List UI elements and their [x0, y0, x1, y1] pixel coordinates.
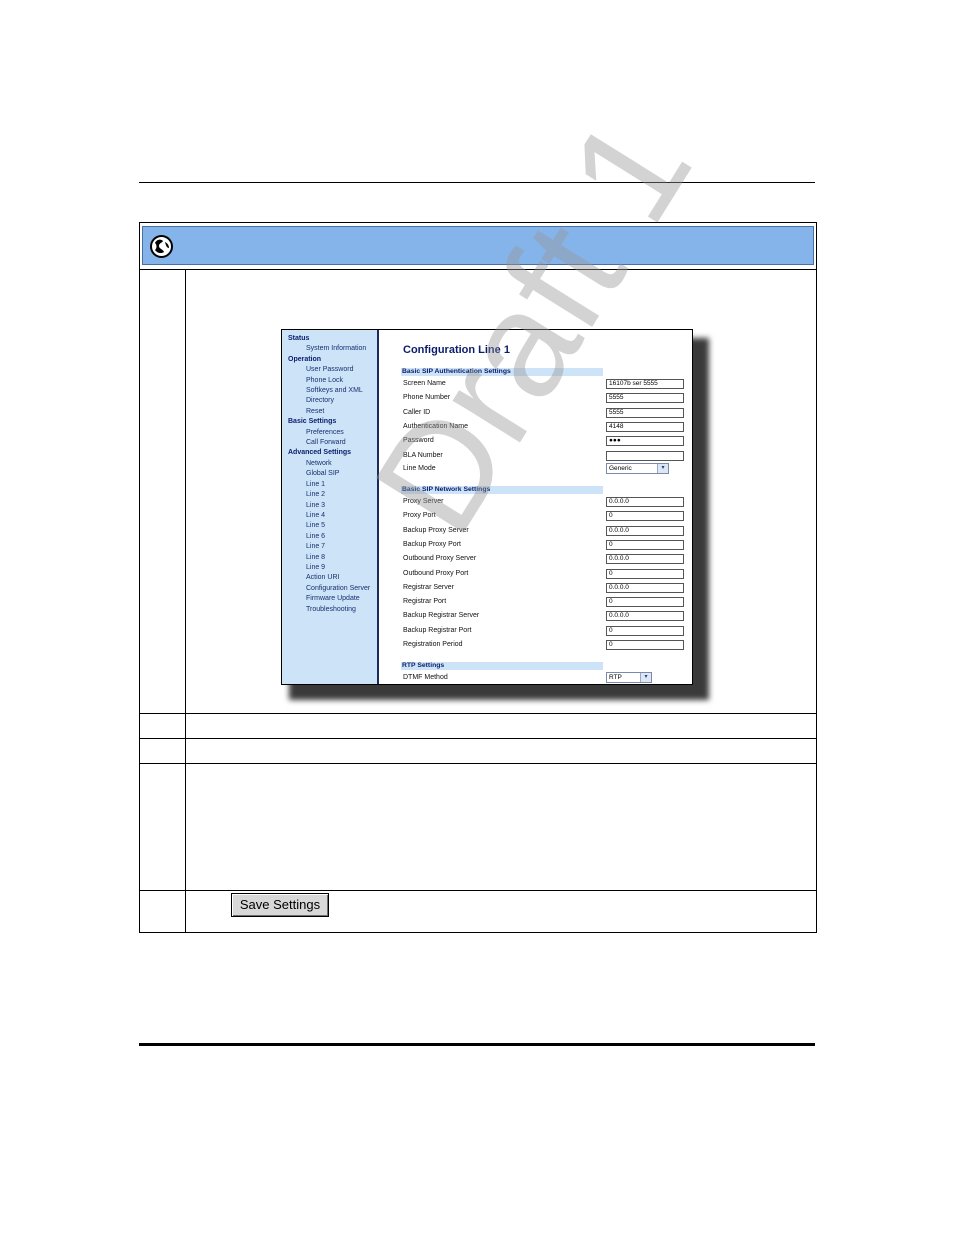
- nav-header: Advanced Settings: [288, 449, 352, 457]
- nav-item[interactable]: Firmware Update: [282, 594, 377, 604]
- nav-item[interactable]: Network: [282, 459, 377, 469]
- nav-item[interactable]: Directory: [282, 396, 377, 406]
- field-label: Backup Proxy Port: [403, 540, 461, 548]
- text-input[interactable]: 0: [606, 511, 684, 522]
- nav-item[interactable]: Line 2: [282, 490, 377, 500]
- text-input[interactable]: 0.0.0.0: [606, 582, 684, 593]
- top-rule: [139, 182, 815, 183]
- nav-item[interactable]: System Information: [282, 344, 377, 354]
- nav-header: Basic Settings: [288, 418, 337, 426]
- field-label: Caller ID: [403, 408, 431, 416]
- config-line-screenshot: Status System Information Operation User Pa…: [281, 329, 693, 685]
- text-input[interactable]: 0: [606, 625, 684, 636]
- nav-item[interactable]: Global SIP: [282, 469, 377, 479]
- text-input[interactable]: [606, 450, 684, 461]
- field-label: Outbound Proxy Port: [403, 569, 469, 577]
- step-column-divider: [185, 269, 186, 932]
- row-divider: [140, 269, 816, 270]
- nav-item[interactable]: Line 6: [282, 532, 377, 542]
- nav-item[interactable]: Line 5: [282, 521, 377, 531]
- section-header-rtp: RTP Settings: [401, 662, 603, 670]
- text-input[interactable]: 5555: [606, 407, 684, 418]
- nav-item[interactable]: Line 1: [282, 480, 377, 490]
- text-input[interactable]: 0: [606, 568, 684, 579]
- nav-item[interactable]: Action URI: [282, 573, 377, 583]
- row-divider: [140, 763, 816, 764]
- nav-item[interactable]: Troubleshooting: [282, 605, 377, 615]
- field-label: BLA Number: [403, 451, 443, 459]
- field-label: Backup Registrar Port: [403, 626, 472, 634]
- bottom-rule: [139, 1043, 815, 1046]
- field-label: Proxy Server: [403, 498, 444, 505]
- nav-item[interactable]: Call Forward: [282, 438, 377, 448]
- save-settings-button[interactable]: Save Settings: [231, 893, 329, 917]
- text-input[interactable]: 0.0.0.0: [606, 611, 684, 622]
- nav-item[interactable]: Preferences: [282, 428, 377, 438]
- nav-item[interactable]: Line 3: [282, 501, 377, 511]
- dtmf-method-select[interactable]: RTP ▾: [606, 672, 652, 683]
- select-value: RTP: [609, 674, 622, 681]
- nav-item[interactable]: Line 9: [282, 563, 377, 573]
- text-input[interactable]: 0.0.0.0: [606, 497, 684, 507]
- field-label: Phone Number: [403, 394, 451, 402]
- field-label: Password: [403, 437, 434, 445]
- globe-icon: [150, 235, 173, 258]
- field-label: Outbound Proxy Server: [403, 555, 477, 563]
- row-divider: [140, 890, 816, 891]
- text-input[interactable]: 0: [606, 640, 684, 650]
- chevron-down-icon[interactable]: ▾: [640, 673, 651, 682]
- text-input[interactable]: 0.0.0.0: [606, 554, 684, 565]
- text-input[interactable]: 4148: [606, 421, 684, 432]
- text-input[interactable]: 0.0.0.0: [606, 525, 684, 536]
- nav-item[interactable]: Reset: [282, 407, 377, 417]
- table-banner: [142, 226, 814, 265]
- field-label: DTMF Method: [403, 674, 448, 681]
- select-value: Generic: [609, 465, 632, 472]
- nav-item[interactable]: User Password: [282, 365, 377, 375]
- field-label: Authentication Name: [403, 422, 468, 430]
- nav-item[interactable]: Line 8: [282, 553, 377, 563]
- text-input[interactable]: 0: [606, 539, 684, 550]
- text-input[interactable]: ●●●: [606, 436, 684, 447]
- nav-item[interactable]: Softkeys and XML: [282, 386, 377, 396]
- row-divider: [140, 713, 816, 714]
- nav-item[interactable]: Configuration Server: [282, 584, 377, 594]
- nav-item[interactable]: Phone Lock: [282, 376, 377, 386]
- field-label: Proxy Port: [403, 512, 436, 520]
- field-label: Backup Proxy Server: [403, 526, 469, 534]
- field-label: Registrar Port: [403, 598, 447, 606]
- field-label: Screen Name: [403, 380, 446, 387]
- field-label: Registration Period: [403, 641, 463, 648]
- section-header-auth: Basic SIP Authentication Settings: [401, 368, 603, 376]
- field-label: Backup Registrar Server: [403, 612, 480, 620]
- field-label: Line Mode: [403, 465, 436, 472]
- nav-item[interactable]: Line 7: [282, 542, 377, 552]
- text-input[interactable]: 16107b ser 5555: [606, 379, 684, 389]
- nav-item[interactable]: Line 4: [282, 511, 377, 521]
- chevron-down-icon[interactable]: ▾: [657, 464, 668, 473]
- config-content: Configuration Line 1 Basic SIP Authentic…: [379, 330, 692, 684]
- text-input[interactable]: 5555: [606, 393, 684, 404]
- field-label: Registrar Server: [403, 583, 454, 591]
- text-input[interactable]: 0: [606, 597, 684, 608]
- nav-header: Status: [288, 335, 310, 342]
- section-header-network: Basic SIP Network Settings: [401, 486, 603, 494]
- nav-header: Operation: [288, 355, 322, 363]
- sidebar-nav: Status System Information Operation User Pa…: [282, 330, 379, 684]
- row-divider: [140, 738, 816, 739]
- line-mode-select[interactable]: Generic ▾: [606, 463, 669, 474]
- page-title: Configuration Line 1: [403, 344, 510, 356]
